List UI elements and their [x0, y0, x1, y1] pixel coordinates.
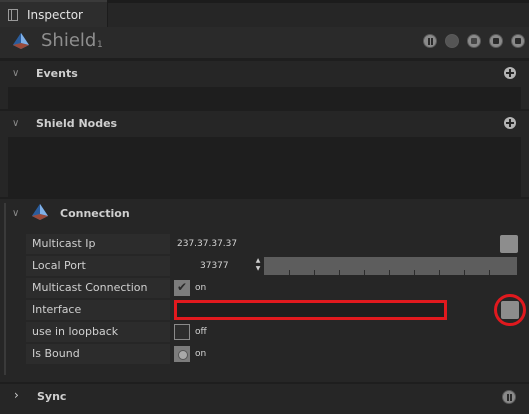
interface-input[interactable] [174, 300, 447, 320]
multicast-connection-checkbox[interactable] [174, 280, 190, 296]
section-connection: ∨ Connection Multicast Ip 237.37.37.37 L… [0, 199, 529, 382]
local-port-field[interactable]: 37377 [200, 256, 229, 276]
add-node-icon[interactable] [504, 117, 516, 129]
multicast-connection-row: Multicast Connection on [26, 278, 520, 298]
tab-bar-empty [108, 3, 529, 27]
local-port-row: Local Port 37377 ▲ ▼ [26, 256, 520, 276]
section-border [4, 203, 6, 375]
loopback-label: use in loopback [26, 322, 170, 342]
local-port-label: Local Port [26, 256, 170, 276]
object-name: Shield [41, 30, 97, 51]
pause-icon[interactable] [502, 390, 516, 404]
is-bound-row: Is Bound on [26, 344, 520, 364]
shield-logo-icon [32, 204, 48, 220]
tab-inspector-label: Inspector [27, 7, 83, 22]
record-icon[interactable] [445, 34, 459, 48]
local-port-stepper[interactable]: ▲ ▼ [254, 257, 262, 275]
section-sync-header[interactable]: › Sync [0, 384, 529, 410]
chevron-down-icon: ∨ [12, 208, 20, 219]
section-nodes-title: Shield Nodes [36, 117, 118, 130]
is-bound-indicator [174, 346, 190, 362]
local-port-slider[interactable] [264, 257, 517, 275]
section-shield-nodes: ∨ Shield Nodes [0, 111, 529, 197]
section-nodes-header[interactable]: ∨ Shield Nodes [0, 111, 529, 137]
interface-row: Interface [26, 294, 526, 326]
panel-icon [8, 8, 18, 21]
object-index: 1 [97, 40, 103, 50]
is-bound-label: Is Bound [26, 344, 170, 364]
lock-icon[interactable] [511, 34, 525, 48]
inspector-header: Shield 1 [0, 27, 529, 58]
loopback-checkbox[interactable] [174, 324, 190, 340]
pause-icon[interactable] [423, 34, 437, 48]
loopback-row: use in loopback off [26, 322, 520, 342]
section-connection-header[interactable]: ∨ Connection [0, 201, 529, 227]
multicast-ip-row: Multicast Ip 237.37.37.37 [26, 234, 520, 254]
tab-inspector[interactable]: Inspector [0, 0, 107, 27]
section-events-title: Events [36, 67, 78, 80]
section-sync-title: Sync [37, 390, 67, 403]
section-events-header[interactable]: ∨ Events [0, 61, 529, 87]
add-event-icon[interactable] [504, 67, 516, 79]
chevron-down-icon: ∨ [12, 118, 20, 129]
copy-icon[interactable] [489, 34, 503, 48]
stop-icon[interactable] [467, 34, 481, 48]
interface-label: Interface [26, 300, 170, 320]
section-connection-title: Connection [60, 207, 130, 220]
multicast-ip-button[interactable] [500, 235, 518, 253]
section-sync: › Sync [0, 384, 529, 414]
loopback-state: off [195, 327, 207, 337]
chevron-down-icon: ∨ [12, 68, 20, 79]
multicast-connection-state: on [195, 283, 207, 293]
multicast-connection-label: Multicast Connection [26, 278, 170, 298]
section-nodes-body [8, 137, 521, 197]
tab-bar: Inspector [0, 0, 529, 27]
multicast-ip-label: Multicast Ip [26, 234, 170, 254]
shield-logo-icon [13, 33, 29, 49]
multicast-ip-field[interactable]: 237.37.37.37 [177, 234, 237, 254]
chevron-right-icon: › [14, 388, 19, 402]
section-events-body [8, 87, 521, 109]
is-bound-state: on [195, 349, 207, 359]
section-events: ∨ Events [0, 61, 529, 109]
